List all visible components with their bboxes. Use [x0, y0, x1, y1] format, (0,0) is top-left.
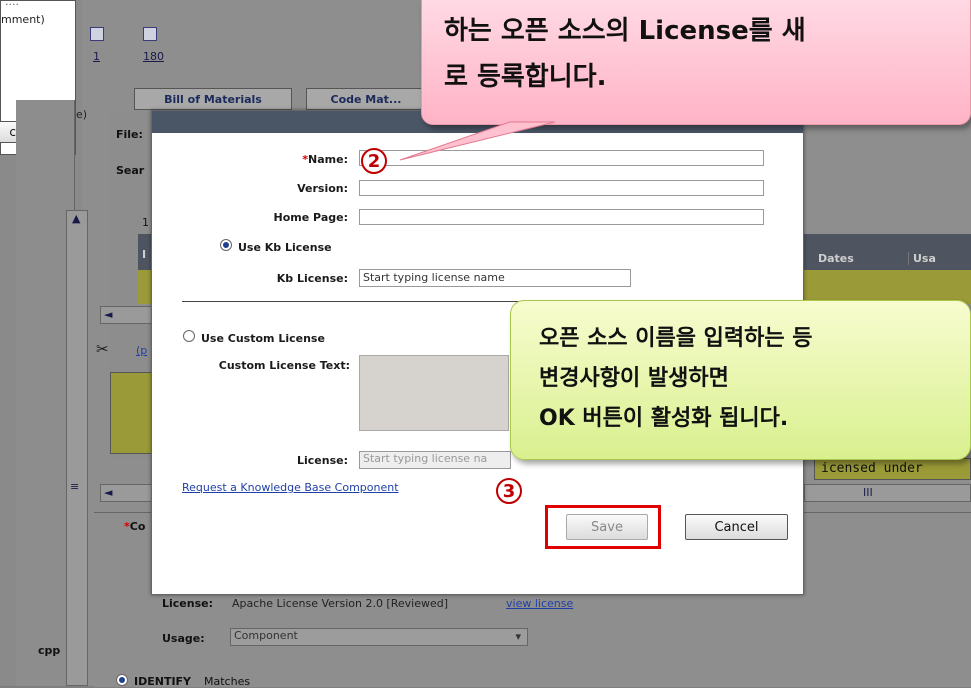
version-label: Version:: [297, 182, 348, 195]
scroll-left-icon[interactable]: ◄: [104, 486, 112, 499]
grid-row-number: 1: [142, 216, 149, 229]
tools-icon[interactable]: ✂: [96, 340, 109, 358]
licensed-under-cell: icensed under: [814, 458, 971, 480]
left-label: e): [76, 108, 88, 121]
request-kb-component-link[interactable]: Request a Knowledge Base Component: [182, 481, 399, 494]
vertical-scrollbar[interactable]: [66, 210, 88, 686]
identify-value: Matches: [204, 675, 251, 688]
left-panel-text: mment): [1, 13, 45, 26]
custom-license-textarea[interactable]: [359, 355, 509, 431]
green-callout-line: OK 버튼이 활성화 됩니다.: [539, 406, 789, 431]
callout-pointer: [399, 121, 556, 161]
pink-callout-text: 하는 오픈 소스의 License를 새 로 등록합니다.: [444, 8, 806, 100]
use-kb-license-label: Use Kb License: [238, 241, 332, 254]
green-callout-text: 오픈 소스 이름을 입력하는 등 변경사항이 발생하면 OK 버튼이 활성화 됩…: [539, 319, 813, 439]
custom-license-text-label: Custom License Text:: [218, 359, 350, 372]
identify-label: IDENTIFY: [134, 675, 192, 688]
grid-header-usage: Usa: [908, 252, 936, 265]
lower-grid-block: [110, 372, 154, 454]
view-license-link[interactable]: view license: [506, 597, 573, 610]
grid-header-label: I: [142, 248, 147, 261]
tab-bill-of-materials[interactable]: Bill of Materials: [134, 88, 292, 110]
scroll-left-icon[interactable]: ◄: [104, 308, 112, 321]
pink-callout-line: 로 등록합니다.: [444, 62, 607, 92]
home-page-field[interactable]: [359, 209, 764, 225]
required-field-label: *Co: [124, 520, 146, 533]
file-label: File:: [116, 128, 143, 141]
kb-license-label: Kb License:: [276, 272, 348, 285]
cancel-button[interactable]: Cancel: [685, 514, 788, 540]
use-custom-license-label: Use Custom License: [201, 332, 325, 345]
grid-header-right: Dates Usa: [804, 234, 971, 270]
grid-row: [138, 270, 152, 304]
search-label: Sear: [116, 164, 145, 177]
usage-label: Usage:: [162, 632, 205, 645]
green-callout-line: 오픈 소스 이름을 입력하는 등: [539, 326, 813, 351]
use-kb-license-radio[interactable]: [220, 239, 232, 251]
custom-license-input[interactable]: Start typing license na: [359, 451, 511, 469]
home-page-label: Home Page:: [273, 211, 348, 224]
tab-code-matches[interactable]: Code Mat...: [306, 88, 426, 110]
checkbox[interactable]: [90, 27, 104, 41]
left-panel-text: ....: [5, 0, 19, 8]
scroll-up-icon[interactable]: ▲: [72, 212, 80, 225]
kb-license-input[interactable]: Start typing license name: [359, 269, 631, 287]
scroll-grip: III: [863, 486, 873, 499]
name-label: *Name:: [302, 153, 348, 166]
annotation-callout-green: 오픈 소스 이름을 입력하는 등 변경사항이 발생하면 OK 버튼이 활성화 됩…: [510, 300, 971, 460]
usage-select[interactable]: Component ▾: [230, 628, 528, 646]
annotation-callout-pink: 하는 오픈 소스의 License를 새 로 등록합니다.: [421, 0, 971, 125]
license-value: Apache License Version 2.0 [Reviewed]: [232, 597, 449, 610]
scroll-grip-vertical: ≡: [70, 480, 80, 493]
page-link[interactable]: 1: [93, 50, 100, 63]
grid-row-right: [804, 270, 971, 304]
page-link[interactable]: 180: [143, 50, 164, 63]
chevron-down-icon: ▾: [515, 630, 521, 643]
version-field[interactable]: [359, 180, 764, 196]
identify-radio[interactable]: [116, 674, 128, 686]
step-3-badge: 3: [496, 478, 522, 504]
custom-license-label: License:: [297, 454, 348, 467]
green-callout-line: 변경사항이 발생하면: [539, 366, 729, 391]
grid-header-dates: Dates: [818, 252, 854, 265]
checkbox[interactable]: [143, 27, 157, 41]
usage-select-value: Component: [234, 629, 298, 642]
license-label: License:: [162, 597, 213, 610]
tool-link[interactable]: (p: [136, 344, 147, 357]
use-custom-license-radio[interactable]: [183, 330, 195, 342]
step-2-badge: 2: [361, 148, 387, 174]
side-text: cpp: [38, 644, 61, 657]
horizontal-scrollbar-2-right[interactable]: III: [804, 484, 971, 502]
pink-callout-line: 하는 오픈 소스의 License를 새: [444, 16, 806, 46]
save-highlight-box: [545, 505, 661, 549]
